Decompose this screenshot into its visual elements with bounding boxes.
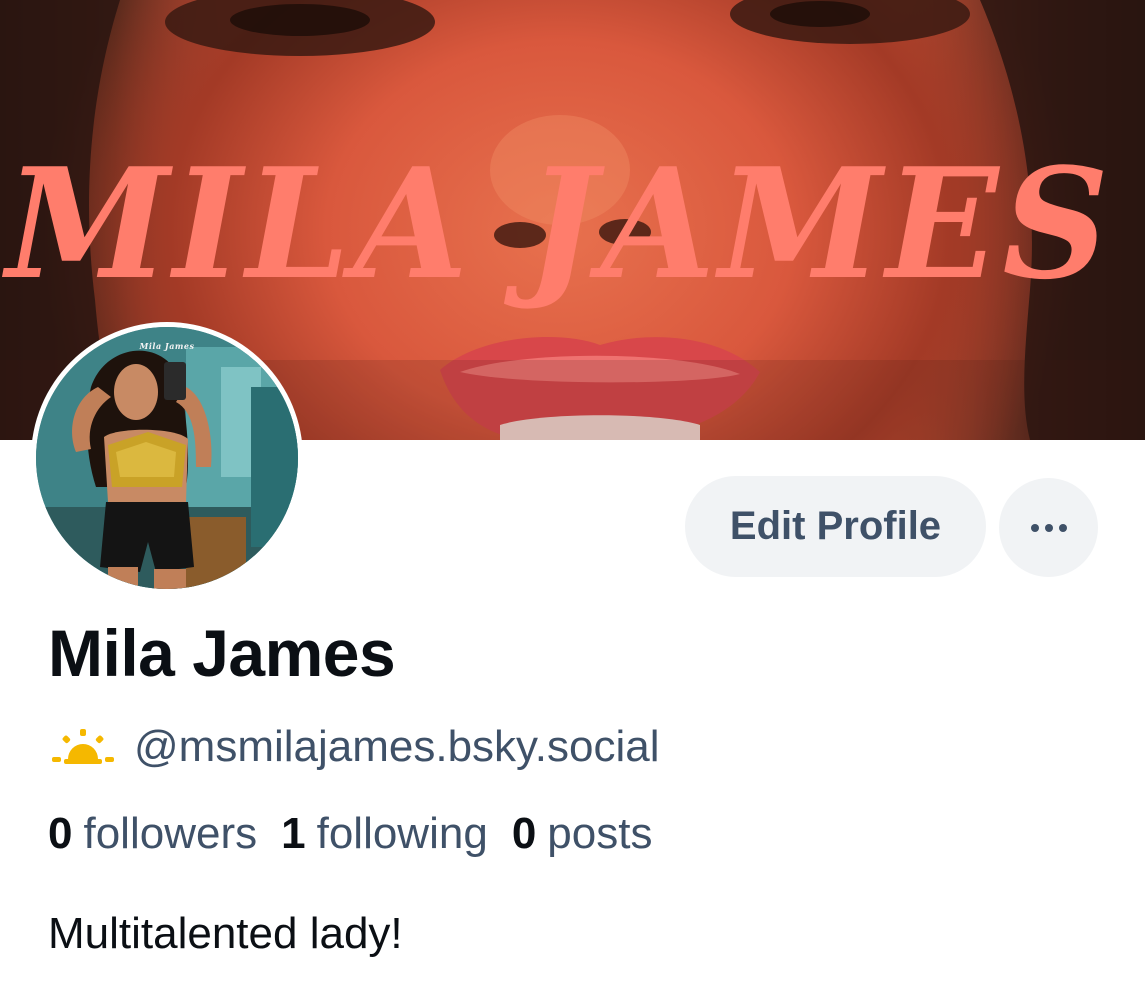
handle[interactable]: @msmilajames.bsky.social	[134, 725, 660, 769]
following-count: 1	[281, 809, 306, 858]
avatar-photo: Mila James	[36, 327, 298, 589]
avatar[interactable]: Mila James	[31, 322, 303, 594]
profile-page: MILA JAMES Mila James Edit Profile Mila …	[0, 0, 1145, 1000]
sun-icon	[52, 729, 114, 764]
posts-count: 0	[511, 809, 537, 858]
display-name: Mila James	[48, 616, 396, 690]
posts-label: posts	[547, 809, 653, 858]
avatar-caption: Mila James	[139, 341, 195, 351]
followers-stat[interactable]: 0 followers	[48, 812, 257, 856]
following-stat[interactable]: 1 following	[281, 812, 488, 856]
more-options-button[interactable]	[999, 478, 1098, 577]
followers-label: followers	[83, 809, 258, 858]
banner-title: MILA JAMES	[6, 134, 1113, 313]
profile-bio: Multitalented lady!	[48, 909, 403, 958]
posts-stat: 0 posts	[512, 812, 653, 856]
profile-stats: 0 followers 1 following 0 posts	[48, 812, 652, 856]
following-label: following	[316, 809, 488, 858]
ellipsis-icon	[1030, 523, 1067, 532]
followers-count: 0	[48, 809, 73, 858]
edit-profile-button[interactable]: Edit Profile	[685, 476, 986, 577]
handle-row: @msmilajames.bsky.social	[50, 722, 660, 772]
